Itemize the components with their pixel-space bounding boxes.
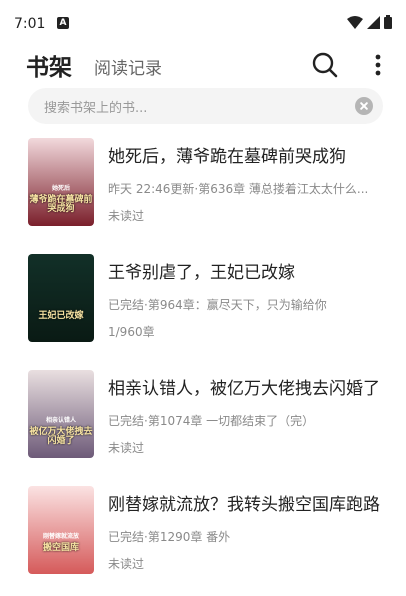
book-title: 刚替嫁就流放？我转头搬空国库跑路 — [108, 495, 380, 515]
book-title: 相亲认错人，被亿万大佬拽去闪婚了 — [108, 379, 380, 399]
book-update: 已完结·第964章：赢尽天下，只为输给你 — [108, 298, 327, 312]
signal-icon — [367, 15, 380, 29]
book-item[interactable]: 王妃已改嫁 王爷别虐了，王妃已改嫁已完结·第964章：赢尽天下，只为输给你 1/96… — [0, 254, 406, 364]
search-input[interactable]: 搜索书架上的书... — [28, 88, 383, 124]
cover-text: 王妃已改嫁 — [38, 311, 84, 321]
search-icon[interactable] — [310, 50, 340, 80]
search-placeholder: 搜索书架上的书... — [44, 101, 148, 116]
book-cover[interactable]: 相亲认错人被亿万大佬拽去闪婚了 — [28, 370, 94, 458]
book-update: 已完结·第1290章 番外 — [108, 530, 231, 544]
clear-icon[interactable] — [355, 97, 373, 115]
tab-reading-history[interactable]: 阅读记录 — [94, 54, 162, 79]
status-bar: 7:01 A — [0, 0, 406, 40]
book-cover[interactable]: 王妃已改嫁 — [28, 254, 94, 342]
book-progress: 1/960章 — [108, 325, 155, 339]
book-progress: 未读过 — [108, 209, 145, 223]
book-item[interactable]: 刚替嫁就流放 搬空国库 刚替嫁就流放？我转头搬空国库跑路 已完结·第1290章 番外未… — [0, 486, 406, 596]
wifi-icon — [347, 15, 363, 29]
status-time: 7:01 — [14, 16, 46, 32]
cover-text: 搬空国库 — [42, 543, 79, 553]
cover-text: 薄爷跪在墓碑前哭成狗 — [29, 195, 93, 215]
book-cover[interactable]: 她死后薄爷跪在墓碑前哭成狗 — [28, 138, 94, 226]
book-item[interactable]: 她死后 薄爷跪在墓碑前哭成狗 她死后，薄爷跪在墓碑前哭成狗 昨天 22:46更新·第6… — [0, 138, 406, 248]
status-icons — [347, 15, 392, 29]
more-options-icon[interactable] — [366, 50, 390, 80]
cover-badge: 她死后 — [51, 185, 70, 192]
notification-icon: A — [57, 17, 69, 29]
book-update: 已完结·第1074章 一切都结束了（完） — [108, 414, 315, 428]
header: 书架 阅读记录 — [0, 40, 406, 86]
page-title: 书架 — [26, 55, 72, 81]
cover-badge: 相亲认错人 — [45, 417, 76, 424]
battery-icon — [384, 15, 392, 29]
book-update: 昨天 22:46更新·第636章 薄总搂着江太太什么... — [108, 182, 369, 196]
book-progress: 未读过 — [108, 557, 145, 571]
cover-badge: 刚替嫁就流放 — [42, 533, 79, 540]
book-item[interactable]: 相亲认错人 被亿万大佬拽去闪婚了 相亲认错人，被亿万大佬拽去闪婚了 已完结·第1074… — [0, 370, 406, 480]
book-title: 她死后，薄爷跪在墓碑前哭成狗 — [108, 147, 346, 167]
book-title: 王爷别虐了，王妃已改嫁 — [108, 263, 295, 283]
cover-text: 被亿万大佬拽去闪婚了 — [29, 427, 93, 447]
book-cover[interactable]: 刚替嫁就流放 搬空国库 — [28, 486, 94, 574]
book-progress: 未读过 — [108, 441, 145, 455]
